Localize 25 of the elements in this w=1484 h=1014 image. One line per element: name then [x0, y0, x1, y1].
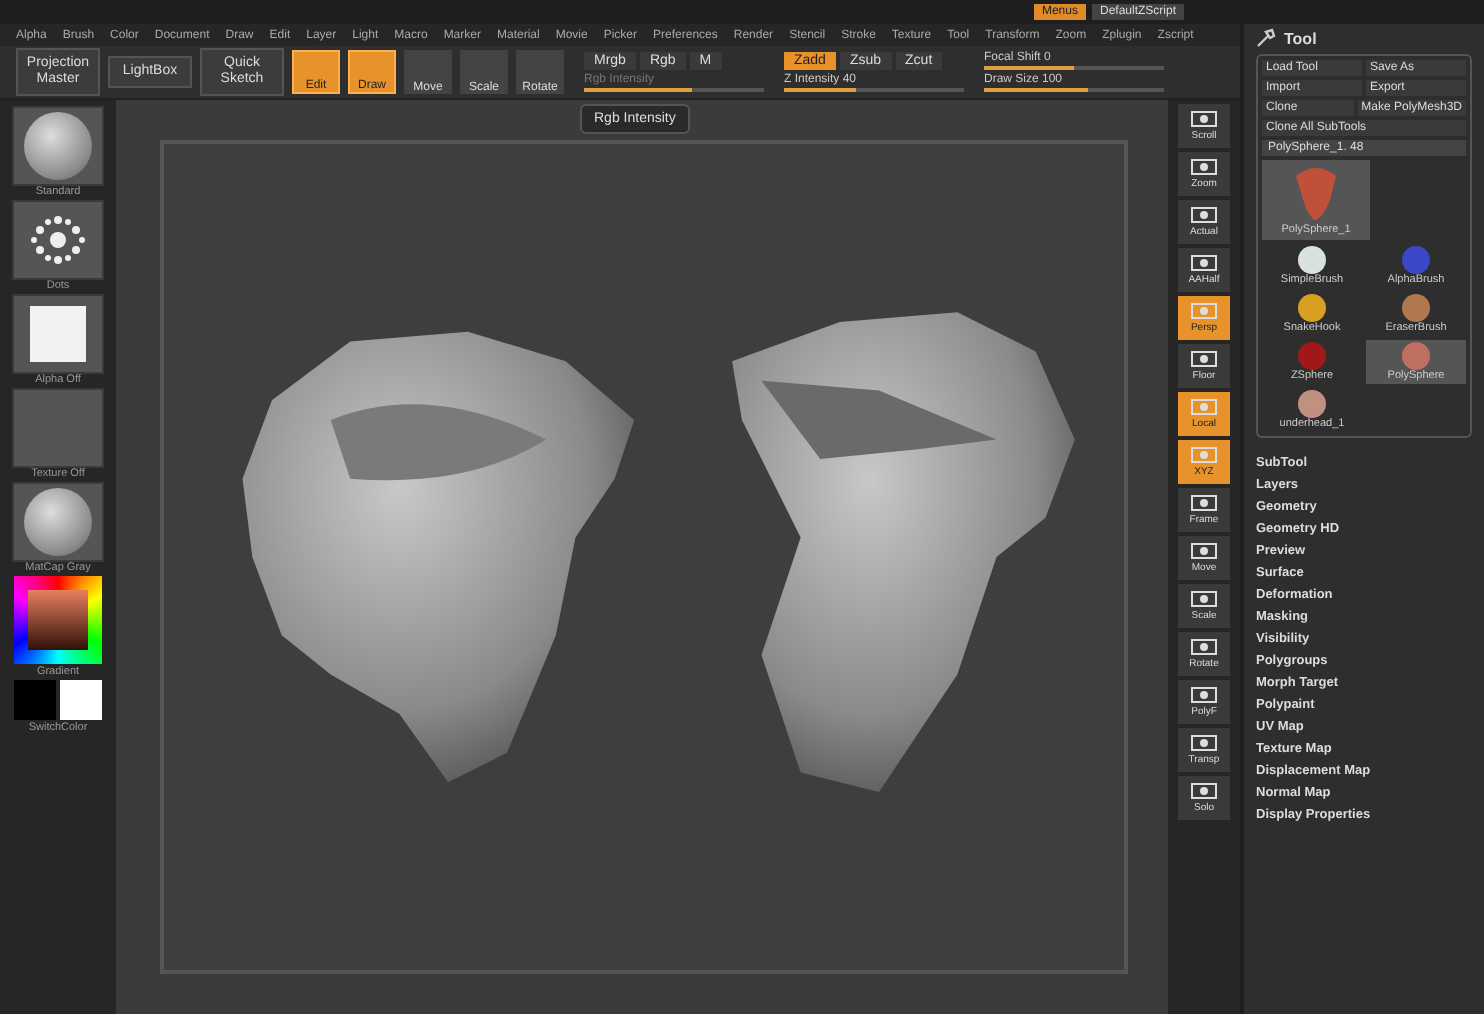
view-icon	[1190, 590, 1218, 608]
dots-icon	[28, 214, 88, 266]
main-color-swatch[interactable]	[14, 680, 56, 720]
view-icon	[1190, 110, 1218, 128]
square-icon	[30, 306, 86, 362]
wrench-icon	[1256, 28, 1276, 48]
view-icon	[1190, 206, 1218, 224]
view-icon	[1190, 494, 1218, 512]
color-picker[interactable]	[14, 576, 102, 664]
view-icon	[1190, 446, 1218, 464]
view-icon	[1190, 734, 1218, 752]
view-icon	[1190, 638, 1218, 656]
view-icon	[1190, 302, 1218, 320]
head-sculpt-icon	[1290, 164, 1342, 224]
view-icon	[1190, 782, 1218, 800]
view-icon	[1190, 398, 1218, 416]
view-icon	[1190, 158, 1218, 176]
view-icon	[1190, 350, 1218, 368]
sphere-icon	[24, 112, 92, 180]
view-icon	[1190, 254, 1218, 272]
secondary-color-swatch[interactable]	[60, 680, 102, 720]
view-icon	[1190, 542, 1218, 560]
sphere-icon	[24, 488, 92, 556]
view-icon	[1190, 686, 1218, 704]
panel-title: Tool	[1284, 29, 1317, 47]
